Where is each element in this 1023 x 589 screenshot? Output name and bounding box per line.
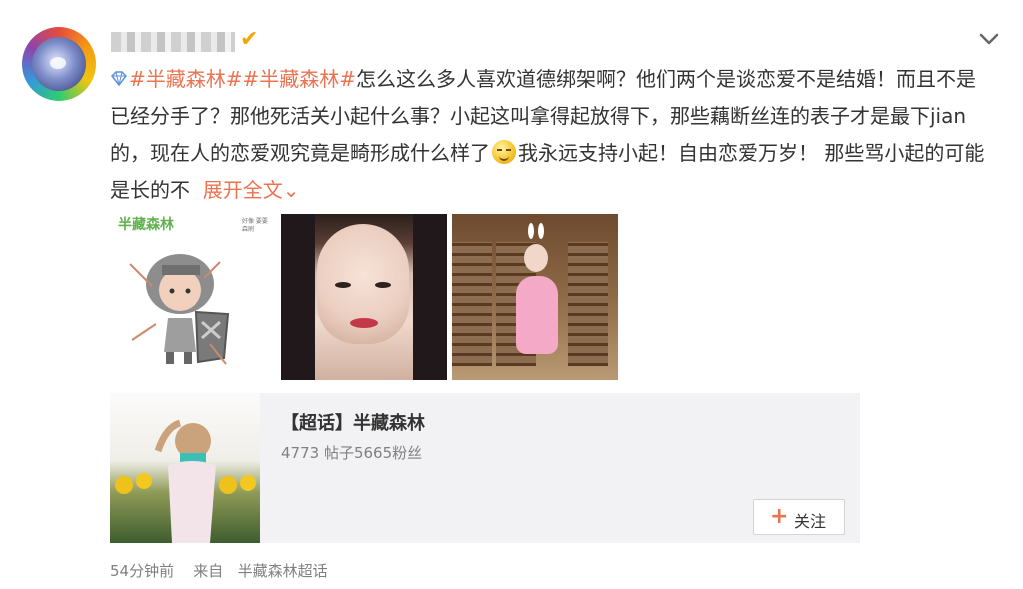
expand-chevron-icon: ⌄ xyxy=(282,178,300,202)
screen-panel-3 xyxy=(568,242,608,366)
topic-link-2[interactable]: #半藏森林# xyxy=(243,67,357,91)
follow-label: 关注 xyxy=(794,512,827,531)
expand-text-link[interactable]: 展开全文⌄ xyxy=(203,178,300,202)
image-side-text-1: 好像 要要 森刷 xyxy=(242,218,268,233)
girl-dress xyxy=(516,276,558,354)
topic-card-photo-svg xyxy=(115,419,256,543)
image-gallery: 半藏森林 好像 要要 森刷 xyxy=(110,214,620,380)
username-redacted xyxy=(111,32,235,52)
plus-icon: + xyxy=(770,504,789,529)
topic-link-1[interactable]: #半藏森林# xyxy=(129,67,243,91)
portrait-lips xyxy=(350,318,378,328)
image-caption-1: 半藏森林 xyxy=(118,217,174,233)
bunny-ears-icon xyxy=(525,222,547,244)
post-from-prefix: 来自 xyxy=(193,562,224,580)
topic-card-image xyxy=(110,393,260,543)
knight-svg xyxy=(129,254,230,365)
post-meta: 54分钟前 来自 半藏森林超话 xyxy=(110,560,328,581)
grin-sweat-emoji-icon xyxy=(492,140,516,164)
diamond-icon xyxy=(110,63,128,87)
post-content: #半藏森林##半藏森林#怎么这么多人喜欢道德绑架啊？他们两个是谈恋爱不是结婚！而… xyxy=(110,61,995,209)
avatar-eye-icon xyxy=(50,57,66,69)
image-thumbnail-1[interactable]: 半藏森林 好像 要要 森刷 xyxy=(110,214,276,380)
follow-button[interactable]: + 关注 xyxy=(753,499,845,535)
screen-panel-1 xyxy=(452,242,492,366)
image-thumbnail-3[interactable] xyxy=(452,214,618,380)
emoji-mouth xyxy=(499,154,509,161)
portrait-hair-right xyxy=(413,214,447,380)
avatar-image xyxy=(32,37,86,91)
topic-card[interactable]: 【超话】半藏森林 4773 帖子5665粉丝 + 关注 xyxy=(110,393,860,543)
cartoon-knight-illustration xyxy=(122,242,242,370)
weibo-post: ✔ #半藏森林##半藏森林#怎么这么多人喜欢道德绑架啊？他们两个是谈恋爱不是结婚… xyxy=(0,0,1023,589)
topic-card-stats: 4773 帖子5665粉丝 xyxy=(281,444,423,462)
portrait-hair-left xyxy=(281,214,315,380)
girl-head xyxy=(524,244,548,272)
bunny-ears-svg xyxy=(528,223,544,239)
expand-label: 展开全文 xyxy=(202,178,283,202)
image-thumbnail-2[interactable] xyxy=(281,214,447,380)
post-source-link[interactable]: 半藏森林超话 xyxy=(238,562,328,580)
chevron-down-svg xyxy=(979,33,999,45)
portrait-right-eye xyxy=(375,282,391,288)
portrait-left-eye xyxy=(335,282,351,288)
chevron-down-icon[interactable] xyxy=(977,29,1001,49)
avatar[interactable] xyxy=(22,27,96,101)
post-time: 54分钟前 xyxy=(110,562,175,580)
verified-badge-icon: ✔ xyxy=(240,27,259,52)
topic-card-title: 【超话】半藏森林 xyxy=(281,413,425,434)
diamond-svg xyxy=(111,71,127,87)
